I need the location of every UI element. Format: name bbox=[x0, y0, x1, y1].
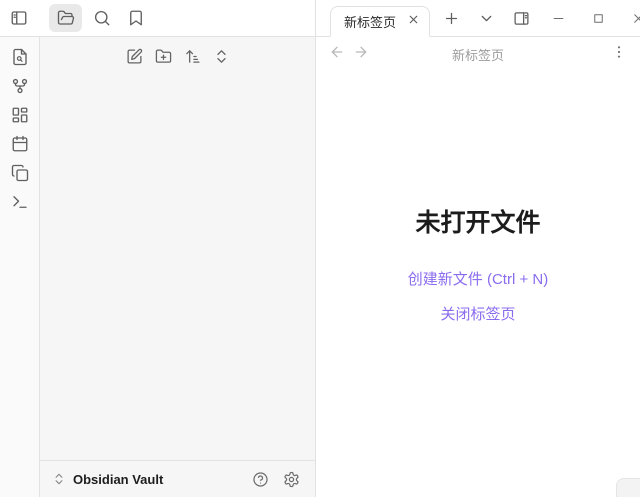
quick-switcher-button[interactable] bbox=[7, 44, 33, 70]
help-button[interactable] bbox=[249, 468, 271, 490]
more-options-button[interactable] bbox=[607, 42, 631, 66]
panel-left-icon bbox=[10, 9, 28, 27]
maximize-button[interactable] bbox=[584, 4, 612, 32]
vault-actions bbox=[249, 468, 302, 490]
tab-label: 新标签页 bbox=[344, 15, 397, 30]
view-title: 新标签页 bbox=[451, 47, 504, 63]
close-icon bbox=[407, 13, 420, 31]
close-icon bbox=[631, 11, 640, 26]
vault-name: Obsidian Vault bbox=[73, 471, 164, 487]
help-circle-icon bbox=[252, 471, 269, 488]
new-folder-button[interactable] bbox=[150, 43, 176, 69]
maximize-icon bbox=[591, 11, 606, 26]
explorer-toolbar bbox=[40, 37, 315, 69]
tab-actions bbox=[437, 0, 535, 36]
chevron-down-icon bbox=[478, 10, 495, 27]
window-controls bbox=[544, 0, 640, 36]
tab-close-button[interactable] bbox=[404, 13, 422, 31]
ribbon-rail bbox=[0, 37, 40, 497]
navigate-forward-button[interactable] bbox=[349, 42, 373, 66]
copy-pages-icon bbox=[11, 164, 29, 182]
files-tab-button[interactable] bbox=[49, 4, 82, 32]
create-new-file-link[interactable]: 创建新文件 (Ctrl + N) bbox=[408, 268, 548, 289]
search-tab-button[interactable] bbox=[88, 4, 116, 32]
workspace: Obsidian Vault 新标签页 未打开文件 创建新文件 (Ctrl + … bbox=[0, 37, 640, 497]
empty-state: 未打开文件 创建新文件 (Ctrl + N) 关闭标签页 bbox=[316, 71, 640, 497]
file-explorer-panel: Obsidian Vault bbox=[40, 37, 316, 497]
ribbon-top bbox=[0, 0, 316, 37]
navigate-back-button[interactable] bbox=[325, 42, 349, 66]
editor-pane: 新标签页 未打开文件 创建新文件 (Ctrl + N) 关闭标签页 bbox=[316, 37, 640, 497]
templates-button[interactable] bbox=[7, 160, 33, 186]
sort-ascending-icon bbox=[184, 48, 201, 65]
close-tab-link[interactable]: 关闭标签页 bbox=[440, 303, 515, 324]
sort-order-button[interactable] bbox=[179, 43, 205, 69]
bookmark-icon bbox=[127, 9, 145, 27]
layout-grid-icon bbox=[11, 106, 29, 124]
folder-icon bbox=[57, 9, 75, 27]
settings-button[interactable] bbox=[280, 468, 302, 490]
obsidian-window: 新标签页 Obsidian Vault 新标签页 未打开文件 创建新文件 (Ct… bbox=[0, 0, 640, 497]
empty-state-title: 未打开文件 bbox=[415, 209, 541, 237]
file-search-icon bbox=[11, 48, 29, 66]
tab-bar: 新标签页 bbox=[316, 0, 640, 37]
collapse-expand-button[interactable] bbox=[208, 43, 234, 69]
bookmarks-tab-button[interactable] bbox=[122, 4, 150, 32]
search-icon bbox=[93, 9, 111, 27]
daily-note-button[interactable] bbox=[7, 131, 33, 157]
square-pen-icon bbox=[126, 48, 143, 65]
plus-icon bbox=[443, 10, 460, 27]
chevrons-up-down-icon bbox=[213, 48, 230, 65]
graph-fork-icon bbox=[11, 77, 29, 95]
minimize-icon bbox=[551, 11, 566, 26]
chevrons-up-down-icon bbox=[52, 472, 66, 486]
close-window-button[interactable] bbox=[624, 4, 640, 32]
new-note-button[interactable] bbox=[121, 43, 147, 69]
more-vertical-icon bbox=[611, 44, 627, 65]
tab-new-tab[interactable]: 新标签页 bbox=[330, 6, 431, 37]
graph-view-button[interactable] bbox=[7, 73, 33, 99]
file-tree-empty-area bbox=[40, 69, 315, 460]
terminal-icon bbox=[11, 193, 29, 211]
folder-plus-icon bbox=[155, 48, 172, 65]
titlebar: 新标签页 bbox=[0, 0, 640, 37]
new-tab-button[interactable] bbox=[437, 4, 465, 32]
vault-switcher[interactable]: Obsidian Vault bbox=[40, 460, 315, 497]
panel-right-icon bbox=[513, 10, 530, 27]
view-header: 新标签页 bbox=[316, 37, 640, 71]
arrow-right-icon bbox=[353, 44, 369, 65]
toggle-right-sidebar-button[interactable] bbox=[507, 4, 535, 32]
toggle-left-sidebar-button[interactable] bbox=[5, 4, 33, 32]
status-bar bbox=[616, 478, 640, 497]
calendar-icon bbox=[11, 135, 29, 153]
command-palette-button[interactable] bbox=[7, 189, 33, 215]
canvas-button[interactable] bbox=[7, 102, 33, 128]
settings-gear-icon bbox=[283, 471, 300, 488]
tab-list-button[interactable] bbox=[472, 4, 500, 32]
arrow-left-icon bbox=[329, 44, 345, 65]
minimize-button[interactable] bbox=[544, 4, 572, 32]
